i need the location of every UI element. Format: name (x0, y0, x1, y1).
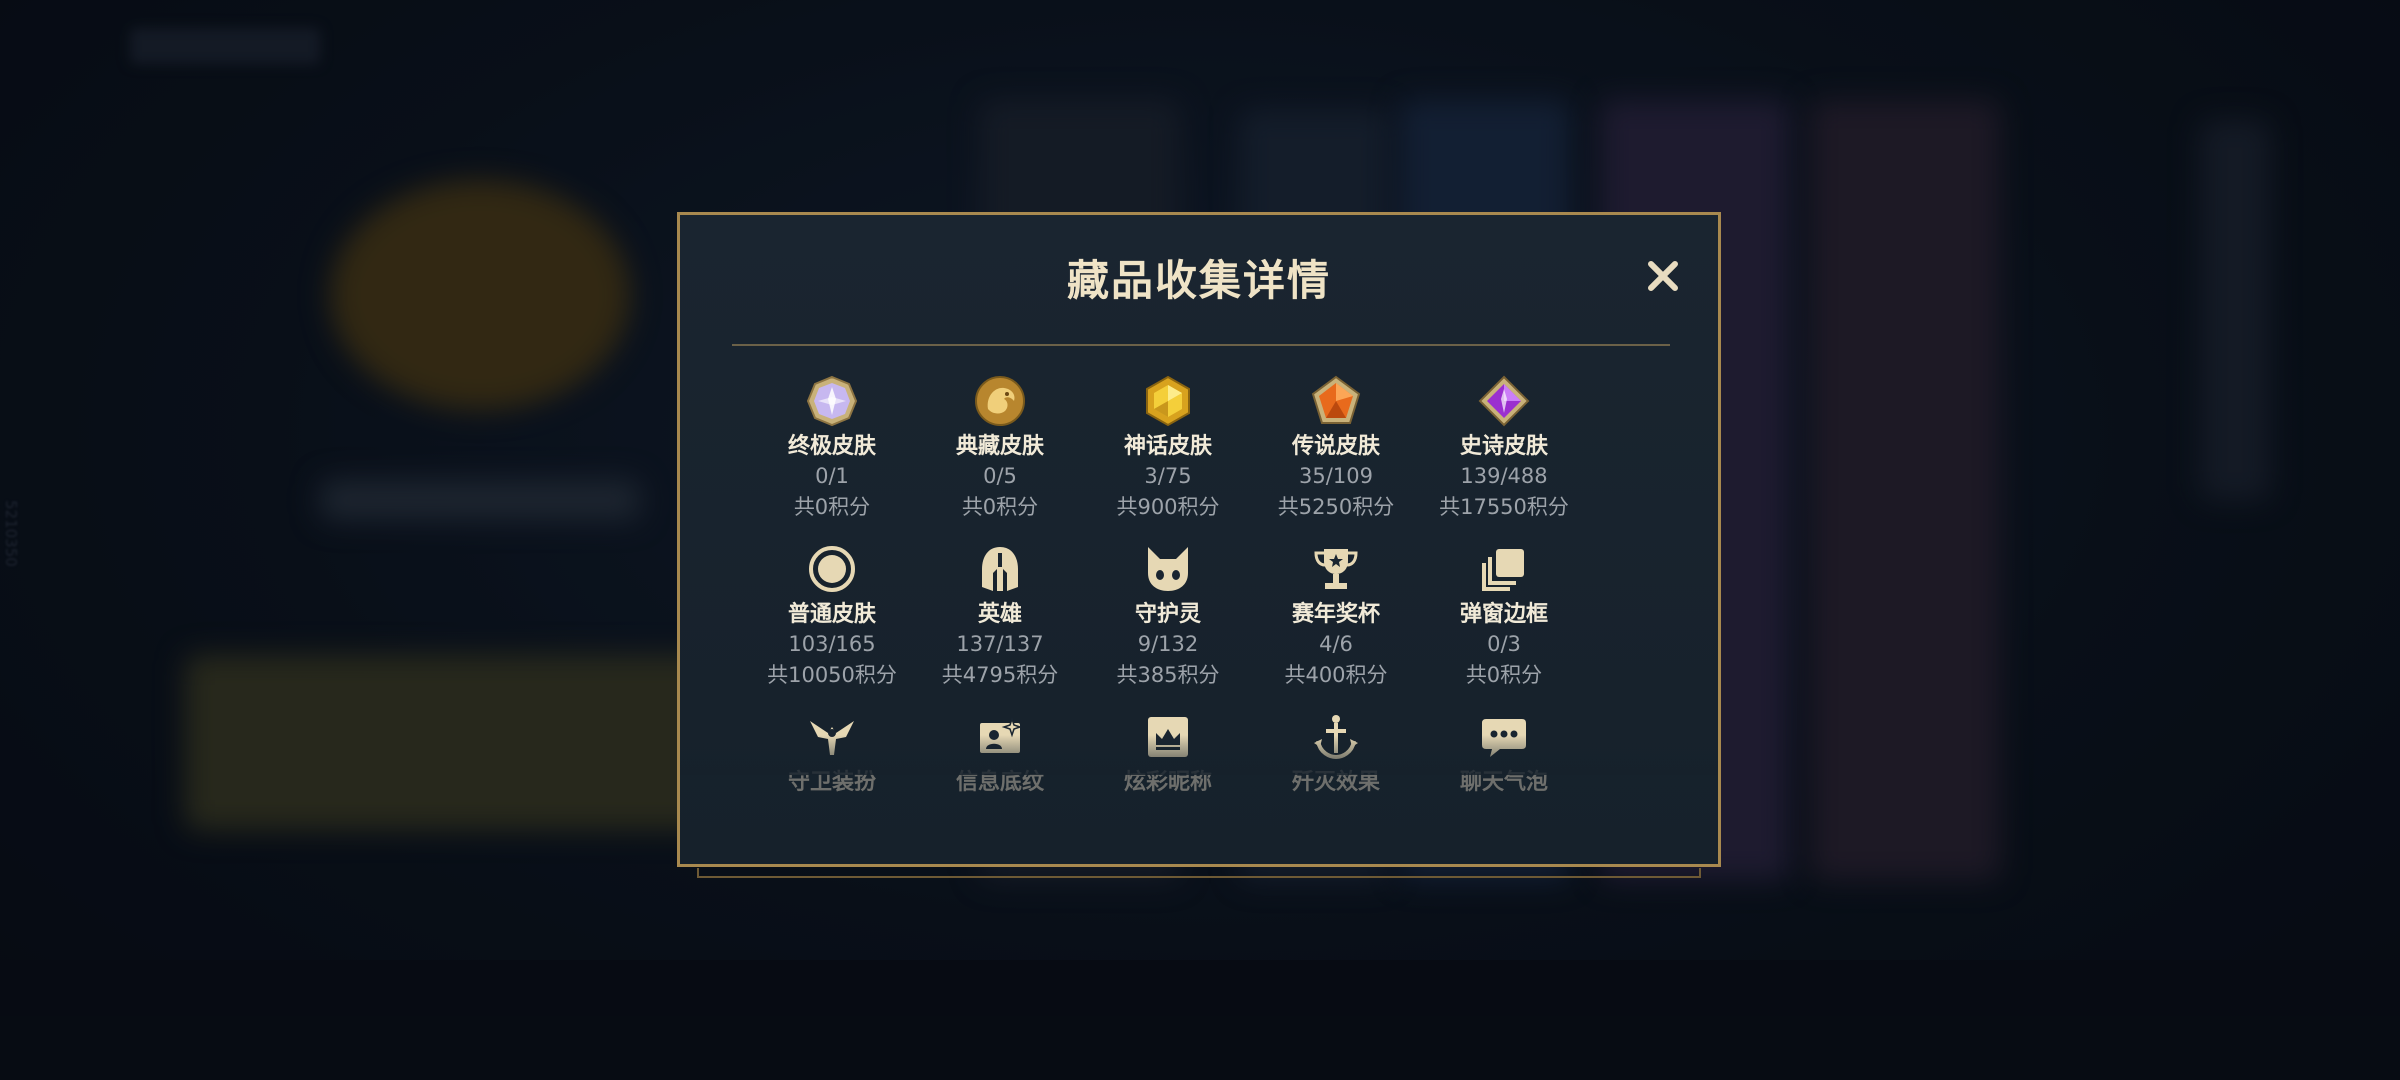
category-name: 终极皮肤 (787, 434, 876, 459)
category-progress: 0/5 (983, 464, 1017, 488)
colorful-nickname-icon (1148, 717, 1188, 757)
category-progress: 0/1 (815, 464, 849, 488)
category-points: 共0积分 (793, 495, 871, 519)
category-ultimate-skin[interactable]: 终极皮肤 0/1 共0积分 (748, 375, 916, 523)
category-epic-skin[interactable]: 史诗皮肤 139/488 共17550积分 (1420, 375, 1588, 523)
category-name: 弹窗边框 (1459, 602, 1548, 627)
category-progress: 103/165 (788, 632, 876, 656)
category-progress: 9/132 (1137, 632, 1199, 656)
normal-skin-icon (809, 546, 855, 592)
category-annihilation-effect[interactable]: 歼灭效果 (1252, 711, 1420, 797)
mythic-skin-icon (1146, 375, 1190, 427)
category-name: 赛年奖杯 (1291, 602, 1380, 627)
info-card-icon (980, 716, 1023, 753)
category-name: 聊天气泡 (1459, 770, 1548, 795)
category-points: 共0积分 (1465, 663, 1543, 687)
category-normal-skin[interactable]: 普通皮肤 103/165 共10050积分 (748, 543, 916, 691)
category-name: 炫彩昵称 (1123, 770, 1212, 795)
trophy-icon (1314, 549, 1358, 589)
category-name: 歼灭效果 (1291, 770, 1380, 795)
close-button[interactable] (1640, 253, 1686, 299)
category-points: 共400积分 (1284, 663, 1388, 687)
category-name: 信息底纹 (955, 770, 1044, 795)
category-name: 普通皮肤 (787, 602, 876, 627)
legendary-skin-icon (1311, 375, 1361, 424)
category-info-card[interactable]: 信息底纹 (916, 711, 1084, 797)
category-popup-frame[interactable]: 弹窗边框 0/3 共0积分 (1420, 543, 1588, 691)
category-chat-bubble[interactable]: 聊天气泡 (1420, 711, 1588, 797)
guardian-spirit-icon (1148, 547, 1188, 591)
category-mythic-skin[interactable]: 神话皮肤 3/75 共900积分 (1084, 375, 1252, 523)
category-name: 神话皮肤 (1123, 434, 1212, 459)
ward-skin-icon (810, 721, 854, 755)
category-name: 传说皮肤 (1291, 434, 1380, 459)
category-progress: 3/75 (1144, 464, 1192, 488)
chat-bubble-icon (1482, 719, 1526, 757)
category-collection-skin[interactable]: 典藏皮肤 0/5 共0积分 (916, 375, 1084, 523)
dialog-bottom-frame (697, 868, 1701, 878)
collection-details-dialog: 藏品收集详情 终极皮肤 0/1 共0积分 典藏皮肤 0/5 共0积分 神话皮肤 … (677, 212, 1721, 867)
category-name: 史诗皮肤 (1459, 434, 1548, 459)
category-progress: 0/3 (1487, 632, 1521, 656)
popup-frame-icon (1482, 549, 1524, 591)
category-name: 守护灵 (1134, 602, 1201, 627)
category-progress: 139/488 (1460, 464, 1548, 488)
category-season-trophy[interactable]: 赛年奖杯 4/6 共400积分 (1252, 543, 1420, 691)
category-points: 共0积分 (961, 495, 1039, 519)
category-points: 共5250积分 (1277, 495, 1395, 519)
category-hero[interactable]: 英雄 137/137 共4795积分 (916, 543, 1084, 691)
category-progress: 4/6 (1319, 632, 1353, 656)
category-points: 共385积分 (1116, 663, 1220, 687)
ultimate-skin-icon (806, 375, 858, 427)
category-colorful-nickname[interactable]: 炫彩昵称 (1084, 711, 1252, 797)
category-progress: 137/137 (956, 632, 1044, 656)
category-ward-skin[interactable]: 守卫装扮 (748, 711, 916, 797)
epic-skin-icon (1478, 375, 1530, 427)
category-points: 共17550积分 (1439, 495, 1569, 519)
category-legendary-skin[interactable]: 传说皮肤 35/109 共5250积分 (1252, 375, 1420, 523)
category-name: 英雄 (977, 602, 1022, 627)
collection-skin-icon (975, 376, 1025, 426)
category-points: 共900积分 (1116, 495, 1220, 519)
title-divider (732, 344, 1670, 346)
category-progress: 35/109 (1299, 464, 1373, 488)
category-name: 守卫装扮 (787, 770, 876, 795)
category-points: 共4795积分 (941, 663, 1059, 687)
category-guardian-spirit[interactable]: 守护灵 9/132 共385积分 (1084, 543, 1252, 691)
annihilation-effect-icon (1314, 715, 1358, 760)
category-name: 典藏皮肤 (955, 434, 1044, 459)
category-points: 共10050积分 (767, 663, 897, 687)
close-icon (1648, 261, 1678, 291)
hero-helmet-icon (982, 547, 1018, 591)
dialog-title: 藏品收集详情 (1066, 256, 1331, 305)
